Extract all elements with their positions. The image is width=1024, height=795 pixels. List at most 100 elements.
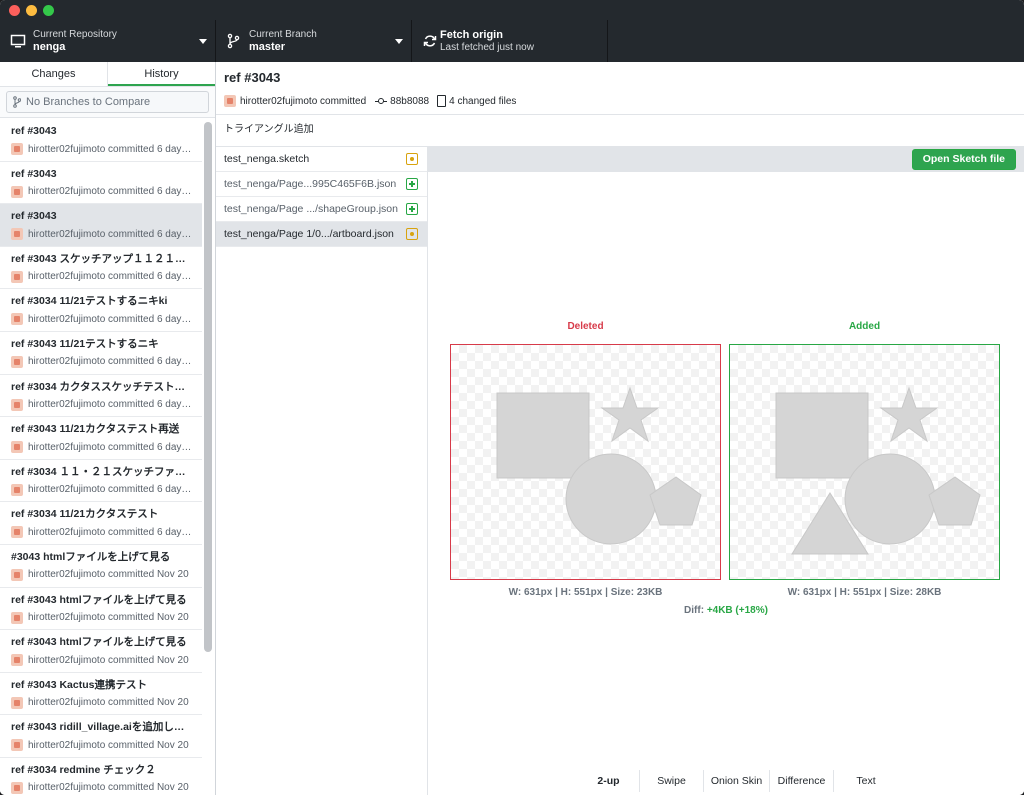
file-added-icon — [406, 178, 418, 190]
commit-meta: hirotter02fujimoto committed 6 days ago — [28, 313, 192, 325]
monitor-icon — [10, 34, 26, 48]
commit-meta: hirotter02fujimoto committed Nov 20 — [28, 697, 189, 709]
commit-summary: ref #3043 スケッチアップ１１２１１２テスト — [11, 252, 192, 265]
file-item[interactable]: test_nenga.sketch — [216, 147, 427, 172]
commit-summary: ref #3043 ridill_village.aiを追加しました — [11, 721, 192, 734]
commit-meta: hirotter02fujimoto committed 6 days ago — [28, 271, 192, 283]
avatar — [11, 398, 23, 411]
commit-item[interactable]: ref #3034 11/21カクタステスト hirotter02fujimoto… — [0, 502, 202, 545]
commit-summary: #3043 htmlファイルを上げて見る — [11, 550, 171, 563]
zoom-window-button[interactable] — [43, 5, 54, 16]
commit-meta: hirotter02fujimoto committed 6 days ago — [28, 441, 192, 453]
square-shape — [775, 392, 869, 479]
added-image-stats: W: 631px | H: 551px | Size: 28KB — [787, 587, 942, 598]
added-image — [729, 344, 1000, 580]
square-shape — [496, 392, 590, 479]
commit-meta: hirotter02fujimoto committed Nov 20 — [28, 782, 189, 794]
sync-icon — [423, 35, 437, 47]
avatar — [11, 611, 23, 624]
file-name: test_nenga/Page .../shapeGroup.json — [224, 203, 398, 215]
app-window: Current Repository nenga Current Branch … — [0, 0, 1024, 795]
mode-text[interactable]: Text — [834, 770, 898, 792]
commit-meta: hirotter02fujimoto committed 6 days ago — [28, 186, 192, 198]
commit-item[interactable]: ref #3043 ridill_village.aiを追加しました hirott… — [0, 715, 202, 758]
commit-item[interactable]: ref #3043 hirotter02fujimoto committed 6 … — [0, 161, 202, 205]
commit-item[interactable]: ref #3034 11/21テストするニキki hirotter02fujimo… — [0, 289, 202, 332]
image-diff-view: Open Sketch file Deleted Added W: 631px … — [428, 147, 1024, 795]
mode-swipe[interactable]: Swipe — [640, 770, 704, 792]
file-modified-icon — [406, 153, 418, 165]
toolbar: Current Repository nenga Current Branch … — [0, 20, 1024, 62]
chevron-down-icon — [199, 39, 207, 44]
commit-item[interactable]: ref #3034 １１・２１スケッチファイルテスト hirotter02fuji… — [0, 459, 202, 503]
commit-summary: ref #3043 htmlファイルを上げて見る — [11, 636, 187, 649]
branch-name: master — [249, 41, 286, 53]
branch-label: Current Branch — [249, 29, 317, 40]
commit-item[interactable]: #3043 htmlファイルを上げて見る hirotter02fujimoto c… — [0, 544, 202, 588]
commit-summary: ref #3043 — [11, 167, 57, 180]
fetch-origin-button[interactable]: Fetch origin Last fetched just now — [412, 20, 608, 62]
file-name: test_nenga/Page...995C465F6B.json — [224, 178, 397, 190]
commit-item-selected[interactable]: ref #3043 hirotter02fujimoto committed 6 … — [0, 204, 202, 247]
avatar — [11, 228, 23, 241]
avatar — [11, 654, 23, 667]
commit-summary: ref #3043 — [11, 210, 57, 223]
commit-item[interactable]: ref #3043 11/21カクタステスト再送 hirotter02fujimo… — [0, 417, 202, 460]
commit-list-scrollbar[interactable] — [204, 122, 212, 652]
close-window-button[interactable] — [9, 5, 20, 16]
commit-icon — [375, 97, 388, 105]
file-item[interactable]: test_nenga/Page...995C465F6B.json — [216, 172, 427, 197]
pentagon-shape — [649, 476, 702, 526]
commit-meta: hirotter02fujimoto committed 6 days ago — [28, 526, 192, 538]
fetch-status: Last fetched just now — [440, 42, 534, 53]
open-sketch-file-button[interactable]: Open Sketch file — [911, 149, 1016, 170]
tab-changes[interactable]: Changes — [0, 62, 108, 86]
minimize-window-button[interactable] — [26, 5, 37, 16]
commit-item[interactable]: ref #3043 スケッチアップ１１２１１２テスト hirotter02fuji… — [0, 246, 202, 290]
size-diff-value: +4KB (+18%) — [706, 605, 768, 616]
commit-info: hirotter02fujimoto committed 88b8088 4 c… — [224, 94, 1016, 108]
commit-summary: ref #3034 11/21カクタステスト — [11, 508, 159, 521]
commit-meta: hirotter02fujimoto committed Nov 20 — [28, 612, 189, 624]
avatar — [11, 270, 23, 283]
avatar — [11, 781, 23, 794]
repository-selector[interactable]: Current Repository nenga — [0, 20, 216, 62]
commit-summary: ref #3034 redmine チェック２ — [11, 763, 156, 776]
mode-onion-skin[interactable]: Onion Skin — [704, 770, 770, 792]
commit-item[interactable]: ref #3043 htmlファイルを上げて見る hirotter02fujimo… — [0, 630, 202, 673]
branch-icon — [227, 33, 240, 49]
branch-selector[interactable]: Current Branch master — [216, 20, 412, 62]
commit-meta: hirotter02fujimoto committed 6 days ago — [28, 484, 192, 496]
commit-meta: hirotter02fujimoto committed Nov 20 — [28, 654, 189, 666]
tab-history[interactable]: History — [108, 62, 215, 86]
commit-item[interactable]: ref #3043 11/21テストするニキ hirotter02fujimoto… — [0, 331, 202, 375]
commit-sha[interactable]: 88b8088 — [390, 96, 429, 107]
commit-summary: ref #3043 11/21カクタステスト再送 — [11, 423, 180, 436]
commit-item[interactable]: ref #3043 htmlファイルを上げて見る hirotter02fujimo… — [0, 587, 202, 631]
branch-compare-input[interactable]: No Branches to Compare — [6, 91, 209, 113]
file-item[interactable]: test_nenga/Page .../shapeGroup.json — [216, 197, 427, 222]
diff-files-icon — [437, 95, 447, 107]
deleted-label: Deleted — [567, 321, 604, 332]
commit-meta: hirotter02fujimoto committed 6 days ago — [28, 143, 192, 155]
commit-meta: hirotter02fujimoto committed Nov 20 — [28, 569, 189, 581]
commit-item[interactable]: ref #3043 hirotter02fujimoto committed 6 … — [0, 119, 202, 162]
commit-meta: hirotter02fujimoto committed 6 days ago — [28, 399, 192, 411]
avatar — [11, 355, 23, 368]
commit-author: hirotter02fujimoto committed — [240, 95, 367, 107]
mode-difference[interactable]: Difference — [770, 770, 834, 792]
mode-2-up[interactable]: 2-up — [578, 770, 640, 792]
added-label: Added — [848, 321, 881, 332]
commit-item[interactable]: ref #3043 Kactus連携テスト hirotter02fujimoto … — [0, 672, 202, 716]
size-diff: Diff: +4KB (+18%) — [428, 605, 1024, 616]
commit-item[interactable]: ref #3034 カクタススケッチテスト再送 hirotter02fujimot… — [0, 374, 202, 418]
commit-description: トライアングル追加 — [216, 115, 1024, 147]
commit-item[interactable]: ref #3034 redmine チェック２ hirotter02fujimot… — [0, 757, 202, 795]
avatar — [11, 441, 23, 454]
file-name: test_nenga.sketch — [224, 153, 310, 165]
avatar — [11, 526, 23, 539]
file-item-selected[interactable]: test_nenga/Page 1/0.../artboard.json — [216, 222, 427, 247]
changed-file-list: test_nenga.sketch test_nenga/Page...995C… — [216, 147, 428, 795]
file-modified-icon — [406, 228, 418, 240]
file-added-icon — [406, 203, 418, 215]
